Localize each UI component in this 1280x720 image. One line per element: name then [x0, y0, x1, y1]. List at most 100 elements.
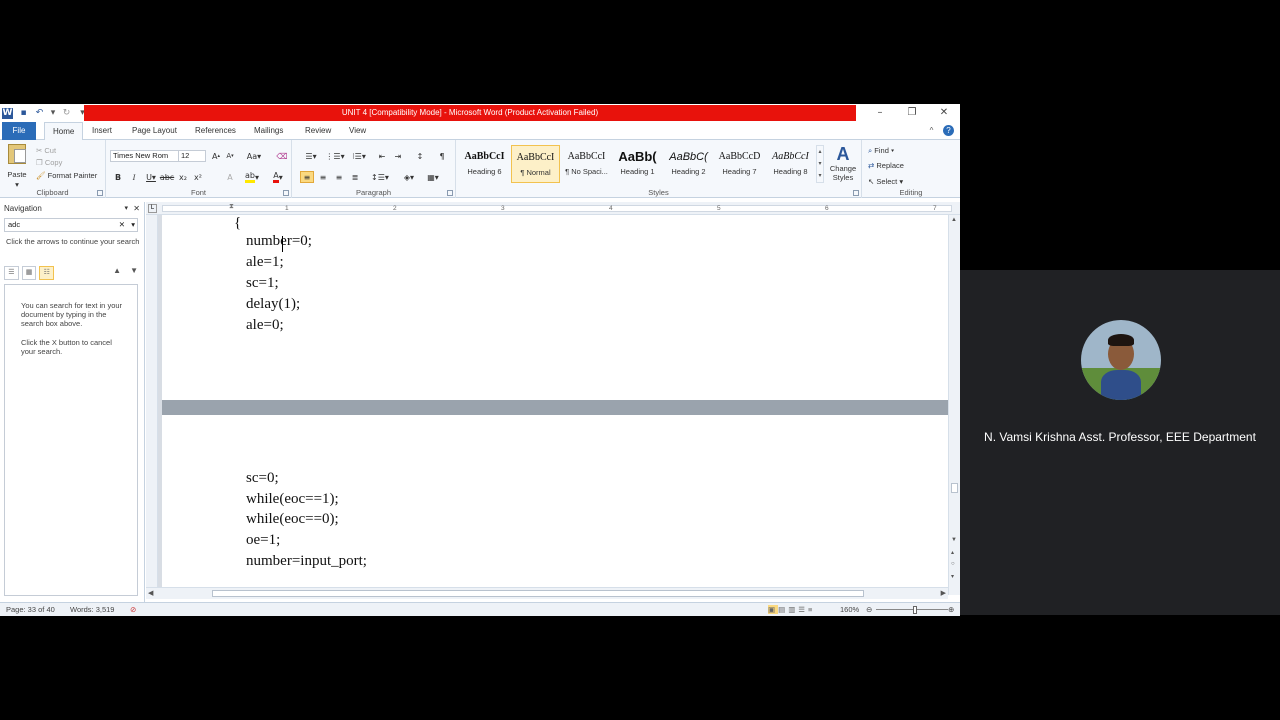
strikethrough-button[interactable]: abc: [160, 171, 174, 183]
style-heading-1[interactable]: AaBb( Heading 1: [613, 145, 662, 183]
previous-result-icon[interactable]: ▲: [113, 266, 121, 280]
align-left-button[interactable]: ≡: [300, 171, 314, 183]
paste-button[interactable]: Paste ▾: [4, 144, 30, 188]
help-icon[interactable]: ?: [943, 125, 954, 136]
bold-button[interactable]: B: [112, 171, 124, 183]
tab-insert[interactable]: Insert: [84, 122, 120, 140]
show-formatting-icon[interactable]: ¶: [436, 150, 448, 162]
font-color-icon[interactable]: A ▾: [270, 171, 286, 183]
tab-home[interactable]: Home: [44, 122, 84, 141]
numbering-icon[interactable]: ⋮☰▾: [325, 150, 344, 162]
undo-icon[interactable]: ↶: [34, 108, 45, 119]
full-screen-icon[interactable]: ▤: [778, 605, 788, 614]
scroll-left-icon[interactable]: ◀: [148, 589, 153, 597]
ribbon-minimize-icon[interactable]: ^: [926, 125, 937, 136]
minimize-icon[interactable]: –: [864, 104, 896, 122]
styles-scroll[interactable]: ▴ ▾ ▾: [816, 145, 824, 183]
increase-indent-icon[interactable]: ⇥: [392, 150, 404, 162]
multilevel-list-icon[interactable]: ⁝☰▾: [350, 150, 368, 162]
vertical-scrollbar[interactable]: ▲ ▼ ▴ ○ ▾: [948, 215, 960, 595]
search-dropdown-icon[interactable]: ▾: [131, 219, 135, 231]
zoom-out-icon[interactable]: ⊖: [866, 603, 872, 616]
tab-references[interactable]: References: [187, 122, 244, 140]
styles-launcher-icon[interactable]: [853, 190, 859, 196]
tab-review[interactable]: Review: [297, 122, 339, 140]
tab-selector-icon[interactable]: L: [148, 204, 157, 213]
borders-icon[interactable]: ▦▾: [424, 171, 442, 183]
page-count[interactable]: Page: 33 of 40: [6, 603, 55, 616]
proofing-icon[interactable]: ⊘: [130, 603, 136, 616]
zoom-slider[interactable]: [876, 609, 948, 610]
tab-page-layout[interactable]: Page Layout: [124, 122, 185, 140]
style-no-spacing[interactable]: AaBbCcI ¶ No Spaci...: [562, 145, 611, 183]
navigation-search-input[interactable]: adc ✕ ▾: [4, 218, 138, 232]
replace-button[interactable]: ⇄ Replace: [868, 161, 904, 170]
decrease-indent-icon[interactable]: ⇤: [376, 150, 388, 162]
find-button[interactable]: ⌕ Find ▾: [868, 146, 894, 156]
restore-icon[interactable]: ❐: [896, 104, 928, 122]
scroll-up-icon[interactable]: ▲: [951, 217, 957, 223]
tab-view[interactable]: View: [341, 122, 374, 140]
paragraph-launcher-icon[interactable]: [447, 190, 453, 196]
word-logo-icon[interactable]: W: [2, 107, 13, 119]
tab-file[interactable]: File: [2, 122, 36, 140]
headings-view-icon[interactable]: ☰: [4, 266, 19, 280]
shading-icon[interactable]: ◈▾: [400, 171, 418, 183]
dropdown-arrow-icon[interactable]: ▾: [50, 108, 56, 119]
bullets-icon[interactable]: ☰▾: [302, 150, 320, 162]
change-case-icon[interactable]: Aa▾: [246, 150, 262, 162]
horizontal-scroll-thumb[interactable]: [212, 590, 864, 597]
font-launcher-icon[interactable]: [283, 190, 289, 196]
change-styles-button[interactable]: A Change Styles: [826, 144, 860, 186]
results-view-icon[interactable]: ☷: [39, 266, 55, 280]
font-name-box[interactable]: Times New Rom: [110, 150, 180, 162]
horizontal-scrollbar[interactable]: ◀ ▶: [146, 587, 948, 599]
style-heading-8[interactable]: AaBbCcI Heading 8: [766, 145, 815, 183]
previous-page-icon[interactable]: ▴: [951, 549, 954, 556]
save-icon[interactable]: ▪: [18, 108, 29, 119]
zoom-slider-thumb[interactable]: [913, 606, 917, 614]
close-icon[interactable]: ✕: [928, 104, 960, 122]
text-effects-icon[interactable]: A: [224, 171, 236, 183]
navigation-close-icon[interactable]: ✕: [133, 202, 140, 215]
web-layout-icon[interactable]: ▥: [788, 605, 798, 614]
draft-icon[interactable]: ≡: [808, 605, 815, 614]
sort-icon[interactable]: ↕: [414, 150, 426, 162]
copy-button[interactable]: ❐ Copy: [36, 158, 62, 167]
font-size-box[interactable]: 12: [178, 150, 206, 162]
style-heading-6[interactable]: AaBbCcI Heading 6: [460, 145, 509, 183]
word-count[interactable]: Words: 3,519: [70, 603, 114, 616]
clipboard-launcher-icon[interactable]: [97, 190, 103, 196]
next-result-icon[interactable]: ▼: [130, 266, 138, 280]
italic-button[interactable]: I: [128, 171, 140, 183]
style-normal[interactable]: AaBbCcI ¶ Normal: [511, 145, 560, 183]
clear-formatting-icon[interactable]: ⌫: [276, 150, 288, 162]
print-layout-icon[interactable]: ▣: [768, 605, 779, 614]
next-page-icon[interactable]: ▾: [951, 573, 954, 580]
indent-marker-icon[interactable]: ⧗: [229, 203, 234, 211]
tab-mailings[interactable]: Mailings: [246, 122, 291, 140]
pages-view-icon[interactable]: ▦: [21, 266, 37, 280]
scroll-right-icon[interactable]: ▶: [941, 589, 946, 597]
document-area[interactable]: { number=0; ale=1; sc=1; delay(1); ale=0…: [158, 215, 948, 587]
line-spacing-icon[interactable]: ↕☰▾: [370, 171, 390, 183]
style-heading-2[interactable]: AaBbC( Heading 2: [664, 145, 713, 183]
subscript-button[interactable]: x₂: [177, 171, 189, 183]
scroll-down-icon[interactable]: ▼: [951, 537, 957, 543]
style-heading-7[interactable]: AaBbCcD Heading 7: [715, 145, 764, 183]
shrink-font-icon[interactable]: A ▾: [224, 150, 236, 162]
browse-object-icon[interactable]: ○: [951, 561, 955, 567]
redo-icon[interactable]: ↻: [61, 108, 72, 119]
horizontal-ruler[interactable]: L 1 2 3 4 5 6 7 ⧗: [146, 202, 960, 215]
align-center-button[interactable]: ≡: [316, 171, 330, 183]
align-right-button[interactable]: ≡: [332, 171, 346, 183]
outline-icon[interactable]: ☰: [798, 605, 808, 614]
zoom-in-icon[interactable]: ⊕: [948, 603, 954, 616]
navigation-options-icon[interactable]: ▾: [124, 202, 128, 215]
clear-search-icon[interactable]: ✕: [119, 219, 125, 231]
paste-dropdown-icon[interactable]: ▾: [4, 181, 30, 189]
format-painter-button[interactable]: 🖌 Format Painter: [36, 171, 97, 180]
superscript-button[interactable]: x²: [192, 171, 204, 183]
select-button[interactable]: ↖ Select ▾: [868, 177, 903, 186]
grow-font-icon[interactable]: A ▴: [210, 150, 222, 162]
